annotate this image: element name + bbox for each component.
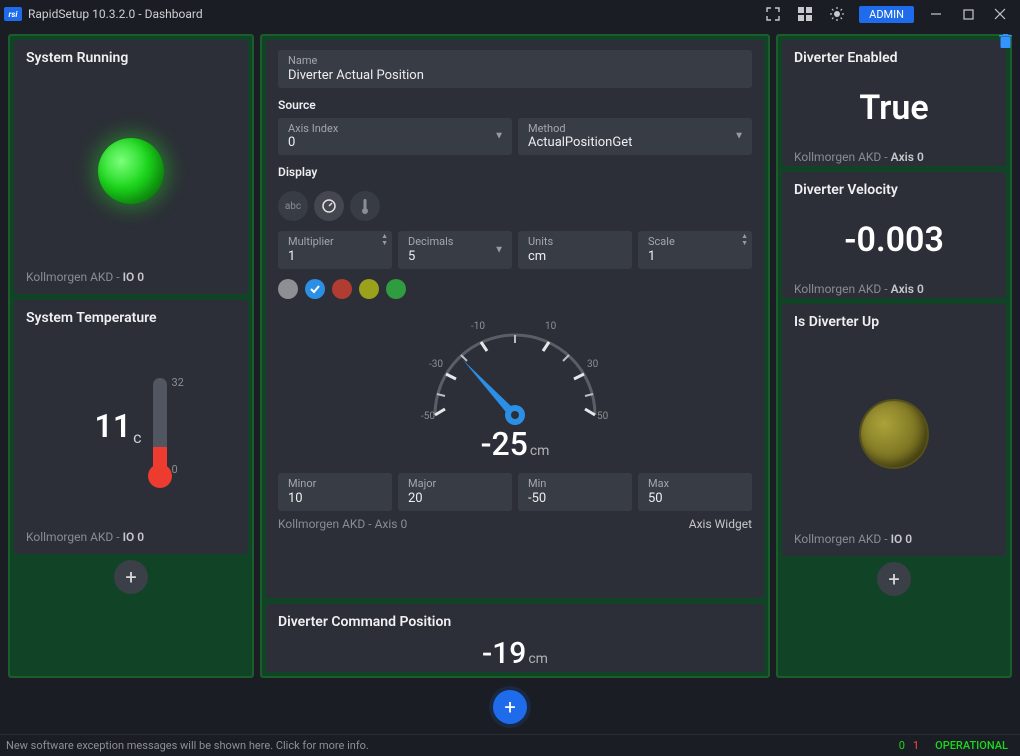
gauge-tick: -10	[471, 321, 485, 332]
card-is-diverter-up: Is Diverter Up Kollmorgen AKD - IO 0	[782, 304, 1006, 556]
gauge-tick: 50	[597, 411, 608, 422]
status-led-off	[861, 401, 927, 467]
card-title: Is Diverter Up	[794, 314, 994, 330]
card-system-temperature: System Temperature 11c 32 0 Kollmorgen A…	[14, 300, 248, 554]
swatch-gray[interactable]	[278, 279, 298, 299]
scale-field[interactable]: Scale 1 ▲▼	[638, 231, 752, 269]
method-select[interactable]: Method ActualPositionGet ▼	[518, 118, 752, 156]
multiplier-field[interactable]: Multiplier 1 ▲▼	[278, 231, 392, 269]
bottom-add-area: +	[0, 684, 1020, 734]
minimize-icon[interactable]	[920, 0, 952, 28]
right-column: Diverter Enabled True Kollmorgen AKD - A…	[776, 34, 1012, 678]
middle-column: Name Diverter Actual Position Source Axi…	[260, 34, 770, 678]
compress-icon[interactable]	[757, 0, 789, 28]
display-type-thermo-icon[interactable]	[350, 191, 380, 221]
card-footer: Kollmorgen AKD - IO 0	[794, 532, 994, 546]
card-diverter-enabled: Diverter Enabled True Kollmorgen AKD - A…	[782, 40, 1006, 166]
display-type-gauge-icon[interactable]	[314, 191, 344, 221]
thermometer-icon: 32 0	[153, 378, 167, 474]
add-widget-button[interactable]: +	[877, 562, 911, 596]
left-column: System Running Kollmorgen AKD - IO 0 Sys…	[8, 34, 254, 678]
add-dashboard-button[interactable]: +	[493, 690, 527, 724]
gauge-tick: -30	[429, 359, 443, 370]
app-logo: rsi	[4, 7, 22, 21]
value-display: True	[794, 88, 994, 128]
card-title: Diverter Velocity	[794, 182, 994, 198]
chevron-down-icon: ▼	[494, 245, 504, 256]
card-diverter-velocity: Diverter Velocity -0.003 Kollmorgen AKD …	[782, 172, 1006, 298]
status-operational: OPERATIONAL	[935, 739, 1008, 752]
value-display: -0.003	[794, 220, 994, 260]
axis-index-select[interactable]: Axis Index 0 ▼	[278, 118, 512, 156]
spinner-icon: ▲▼	[381, 233, 388, 247]
card-axis-widget: Name Diverter Actual Position Source Axi…	[266, 40, 764, 598]
dashboard-main: System Running Kollmorgen AKD - IO 0 Sys…	[0, 28, 1020, 684]
gauge: -50 -30 -10 10 30 50 -25cm	[278, 305, 752, 463]
card-title: System Temperature	[26, 310, 236, 326]
gauge-tick: 10	[545, 321, 556, 332]
titlebar: rsi RapidSetup 10.3.2.0 - Dashboard ADMI…	[0, 0, 1020, 28]
gauge-tick: -50	[421, 411, 435, 422]
units-field[interactable]: Units cm	[518, 231, 632, 269]
trash-icon[interactable]	[999, 34, 1012, 53]
status-led-green	[98, 138, 164, 204]
color-swatches	[278, 279, 752, 299]
max-field[interactable]: Max 50	[638, 473, 752, 511]
chevron-down-icon: ▼	[734, 131, 744, 142]
card-diverter-command: Diverter Command Position -19cm	[266, 604, 764, 672]
temperature-readout: 11c	[95, 407, 142, 445]
spinner-icon: ▲▼	[741, 233, 748, 247]
grid-icon[interactable]	[789, 0, 821, 28]
card-title: Diverter Enabled	[794, 50, 994, 66]
card-title: Diverter Command Position	[278, 614, 752, 630]
card-footer: Kollmorgen AKD - Axis 0	[794, 282, 994, 296]
minor-field[interactable]: Minor 10	[278, 473, 392, 511]
status-message[interactable]: New software exception messages will be …	[6, 739, 369, 752]
admin-button[interactable]: ADMIN	[859, 6, 914, 23]
name-field[interactable]: Name Diverter Actual Position	[278, 50, 752, 88]
gauge-tick: 30	[587, 359, 598, 370]
chevron-down-icon: ▼	[494, 131, 504, 142]
major-field[interactable]: Major 20	[398, 473, 512, 511]
maximize-icon[interactable]	[952, 0, 984, 28]
command-value: -19cm	[278, 636, 752, 671]
swatch-red[interactable]	[332, 279, 352, 299]
display-label: Display	[278, 165, 752, 179]
window-title: RapidSetup 10.3.2.0 - Dashboard	[28, 7, 203, 21]
card-footer: Kollmorgen AKD - Axis 0	[794, 150, 994, 164]
swatch-olive[interactable]	[359, 279, 379, 299]
min-field[interactable]: Min -50	[518, 473, 632, 511]
decimals-field[interactable]: Decimals 5 ▼	[398, 231, 512, 269]
gauge-value: -25cm	[481, 425, 550, 463]
close-icon[interactable]	[984, 0, 1016, 28]
display-type-text-icon[interactable]: abc	[278, 191, 308, 221]
card-footer: Kollmorgen AKD - Axis 0	[278, 517, 407, 531]
statusbar[interactable]: New software exception messages will be …	[0, 734, 1020, 756]
theme-icon[interactable]	[821, 0, 853, 28]
status-count-green: 0	[899, 739, 905, 752]
card-system-running: System Running Kollmorgen AKD - IO 0	[14, 40, 248, 294]
card-footer: Kollmorgen AKD - IO 0	[26, 270, 236, 284]
add-widget-button[interactable]: +	[114, 560, 148, 594]
swatch-green[interactable]	[386, 279, 406, 299]
card-footer: Kollmorgen AKD - IO 0	[26, 530, 236, 544]
widget-type-label: Axis Widget	[689, 517, 752, 531]
swatch-blue[interactable]	[305, 279, 325, 299]
source-label: Source	[278, 98, 752, 112]
status-count-red: 1	[913, 739, 919, 752]
card-title: System Running	[26, 50, 236, 66]
